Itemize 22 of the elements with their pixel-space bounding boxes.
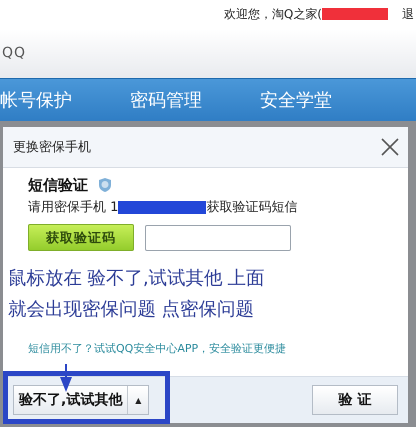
instruction-text: 请用密保手机 1	[28, 199, 118, 216]
split-button[interactable]: 验不了,试试其他 ▲	[13, 385, 150, 415]
instruction-text: 获取验证码短信	[206, 199, 298, 216]
nav-tab[interactable]: 帐号保护	[0, 79, 130, 121]
nav-tab[interactable]: 密码管理	[130, 79, 260, 121]
app-link[interactable]: 短信用不了？试试QQ安全中心APP，安全验证更便捷	[8, 341, 400, 356]
logo-text: QQ	[2, 45, 26, 61]
close-icon[interactable]	[380, 137, 400, 157]
annotation-text: 鼠标放在 验不了,试试其他 上面	[8, 267, 266, 291]
nav-tab[interactable]: 安全学堂	[260, 79, 390, 121]
logout-link[interactable]: 退	[402, 6, 414, 22]
caret-button[interactable]: ▲	[128, 386, 148, 414]
dialog-title: 更换密保手机	[13, 139, 91, 156]
welcome-text: 欢迎您，淘Q之家(	[224, 6, 322, 22]
get-code-button[interactable]: 获取验证码	[28, 224, 134, 251]
annotation-arrow	[60, 364, 72, 392]
code-input-field[interactable]	[145, 224, 291, 250]
annotation-text: 就会出现密保问题 点密保问题	[8, 298, 255, 322]
verify-button[interactable]: 验 证	[312, 385, 398, 415]
section-title: 短信验证	[28, 176, 88, 194]
redaction-bar	[322, 8, 388, 20]
help-shield-icon[interactable]	[98, 177, 112, 193]
